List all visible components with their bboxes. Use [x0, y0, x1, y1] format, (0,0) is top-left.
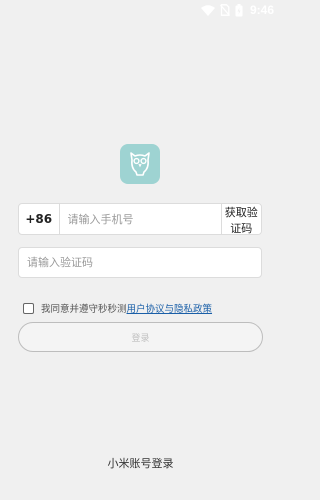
xiaomi-account-login-link[interactable]: 小米账号登录 [0, 455, 281, 471]
agreement-checkbox[interactable] [23, 302, 34, 314]
no-sim-icon [219, 4, 230, 16]
app-logo [120, 144, 160, 184]
get-verification-code-button[interactable]: 获取验证码 [220, 204, 261, 234]
status-bar: 9:46 [0, 0, 281, 20]
phone-input-row: +86 获取验证码 [18, 203, 262, 235]
verification-code-field [18, 247, 262, 278]
login-button[interactable]: 登录 [18, 322, 263, 352]
country-code-selector[interactable]: +86 [19, 204, 60, 234]
agreement-text: 我同意并遵守秒秒测 [41, 304, 127, 315]
owl-icon [127, 148, 153, 180]
battery-icon [235, 3, 243, 17]
phone-number-input[interactable] [59, 204, 221, 234]
agreement-row: 我同意并遵守秒秒测 用户协议与隐私政策 [23, 300, 212, 316]
privacy-policy-link[interactable]: 用户协议与隐私政策 [127, 301, 213, 315]
status-time: 9:46 [249, 3, 274, 17]
verification-code-input[interactable] [19, 248, 261, 277]
wifi-icon [200, 4, 215, 16]
